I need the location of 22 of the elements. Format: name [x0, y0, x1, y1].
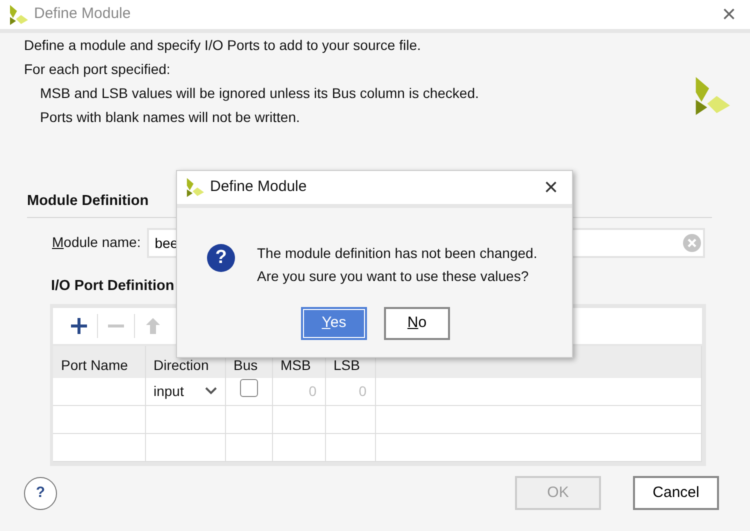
message-text: The module definition has not been changed. — [257, 244, 538, 263]
no-button[interactable]: No — [384, 307, 450, 340]
yes-button[interactable]: Yes — [301, 307, 367, 340]
field-label: Module name: — [52, 233, 141, 252]
column-header: Port Name — [53, 346, 145, 378]
cancel-button[interactable]: Cancel — [633, 476, 719, 510]
clear-icon[interactable] — [682, 234, 701, 252]
message-text: Are you sure you want to use these values? — [257, 267, 530, 286]
question-icon: ? — [207, 244, 235, 272]
window-title: Define Module — [34, 4, 131, 24]
help-button[interactable]: ? — [24, 476, 57, 510]
intro-text: MSB and LSB values will be ignored unless its Bus column is checked. — [39, 84, 479, 103]
intro-text: For each port specified: — [24, 60, 170, 79]
bus-checkbox[interactable] — [240, 379, 258, 398]
section-heading: I/O Port Definition — [51, 276, 174, 296]
direction-dropdown[interactable]: input — [154, 380, 216, 402]
intro-text: Ports with blank names will not be written. — [39, 108, 300, 127]
app-logo-icon — [8, 4, 28, 24]
close-button[interactable]: × — [716, 2, 742, 26]
caret-icon — [204, 387, 216, 396]
app-logo-icon — [185, 178, 204, 197]
intro-text: Define a module and specify I/O Ports to add to your source file. — [24, 36, 421, 55]
